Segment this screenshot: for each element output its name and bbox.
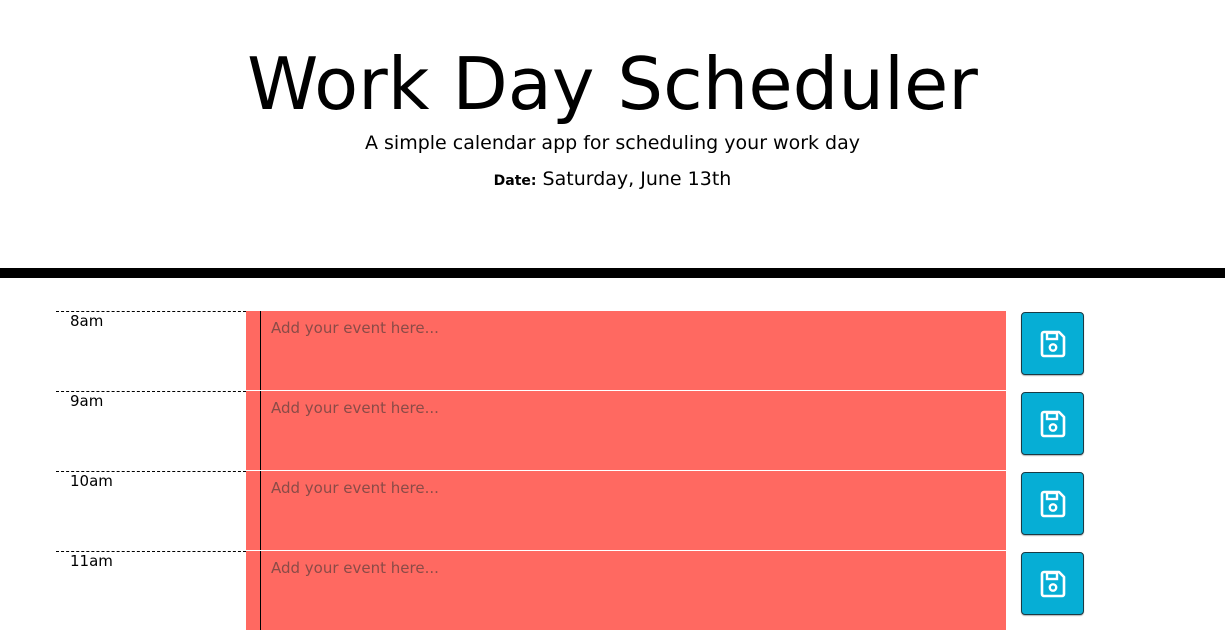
save-button[interactable] — [1021, 472, 1084, 535]
hour-label: 9am — [70, 392, 104, 410]
event-left-border — [260, 391, 261, 470]
date-value: Saturday, June 13th — [542, 168, 732, 190]
event-left-border — [260, 551, 261, 630]
event-left-border — [260, 471, 261, 550]
hour-label: 11am — [70, 552, 113, 570]
event-block — [246, 551, 1006, 631]
page-header: Work Day Scheduler A simple calendar app… — [0, 0, 1225, 268]
event-input[interactable] — [262, 391, 1002, 469]
timeblock-list: 8am 9am — [0, 311, 1225, 631]
event-block — [246, 391, 1006, 471]
timeblock-row: 8am — [0, 311, 1225, 391]
save-icon — [1040, 570, 1065, 597]
save-button[interactable] — [1021, 392, 1084, 455]
hour-label: 10am — [70, 472, 113, 490]
current-date: Date: Saturday, June 13th — [0, 166, 1225, 194]
page-subtitle: A simple calendar app for scheduling you… — [364, 132, 861, 154]
hour-cell: 11am — [56, 551, 246, 631]
event-block — [246, 311, 1006, 391]
save-icon — [1040, 490, 1065, 517]
hour-label: 8am — [70, 312, 104, 330]
save-button[interactable] — [1021, 552, 1084, 615]
save-button[interactable] — [1021, 312, 1084, 375]
page-title: Work Day Scheduler — [247, 42, 978, 126]
hour-cell: 9am — [56, 391, 246, 471]
event-input[interactable] — [262, 471, 1002, 549]
event-input[interactable] — [262, 311, 1002, 389]
event-left-border — [260, 311, 261, 390]
event-block — [246, 471, 1006, 551]
date-label: Date: — [493, 173, 537, 189]
timeblock-row: 10am — [0, 471, 1225, 551]
timeblock-row: 11am — [0, 551, 1225, 631]
hour-cell: 10am — [56, 471, 246, 551]
event-input[interactable] — [262, 551, 1002, 629]
timeblock-row: 9am — [0, 391, 1225, 471]
header-divider — [0, 268, 1225, 278]
save-icon — [1040, 410, 1065, 437]
hour-cell: 8am — [56, 311, 246, 391]
save-icon — [1040, 330, 1065, 357]
